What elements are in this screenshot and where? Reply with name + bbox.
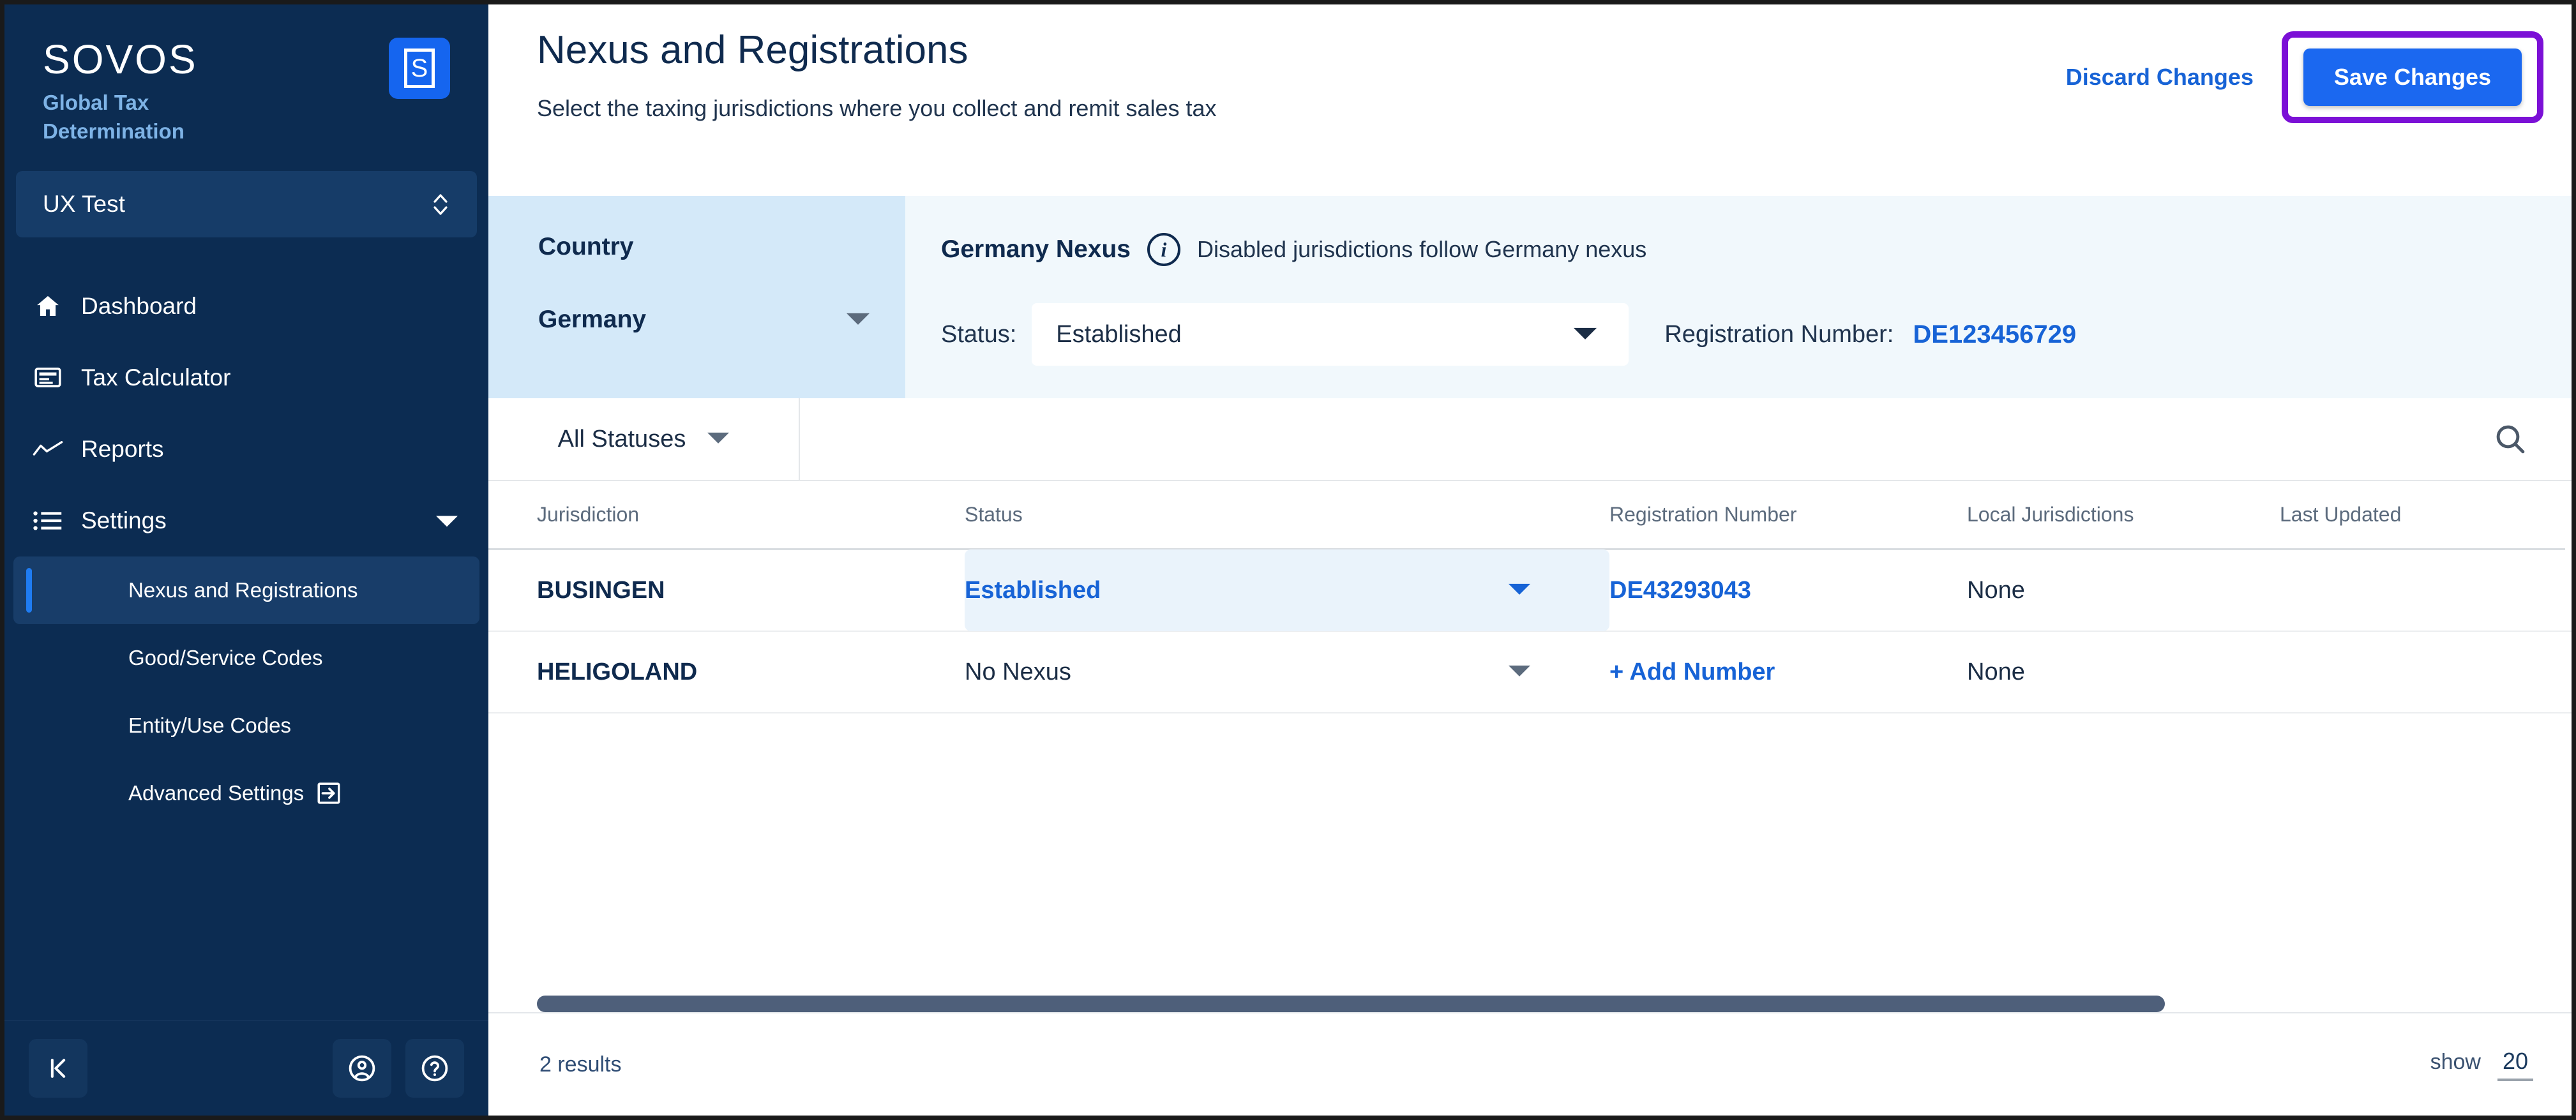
country-label: Country [538,233,634,260]
save-changes-button[interactable]: Save Changes [2303,49,2522,106]
sovos-logo-icon: S [389,38,450,99]
cell-status-value: No Nexus [965,658,1071,685]
save-button-highlight: Save Changes [2281,31,2543,123]
germany-nexus-title: Germany Nexus [941,235,1131,263]
main-content: Nexus and Registrations Select the taxin… [488,4,2572,1116]
cell-local-jurisdictions: None [1967,576,2025,604]
brand-subtitle: Global Tax Determination [43,91,185,143]
chevron-down-icon [847,311,870,329]
chevron-down-icon [436,514,458,528]
table-empty-space [488,713,2572,996]
germany-nexus-heading-row: Germany Nexus i Disabled jurisdictions f… [941,233,2572,266]
chevron-updown-icon [431,190,450,219]
brand-text: SOVOS Global Tax Determination [43,35,253,146]
chevron-down-icon [1574,326,1597,343]
cell-jurisdiction: BUSINGEN [537,576,665,604]
status-label: Status: [941,320,1017,348]
sidebar-subitem-label: Advanced Settings [128,781,305,805]
sidebar-item-label: Settings [81,507,167,534]
registration-number-value[interactable]: DE123456729 [1913,320,2076,349]
list-icon [31,509,64,532]
sidebar-item-label: Reports [81,436,164,463]
sidebar-item-settings[interactable]: Settings [4,485,488,556]
sidebar-subitem-label: Entity/Use Codes [128,713,291,738]
horizontal-scrollbar-thumb[interactable] [537,996,2165,1012]
country-panel: Country Germany [488,196,905,398]
tenant-switcher[interactable]: UX Test [16,171,477,238]
sidebar-nav: Dashboard Tax Calculator Reports Setting… [4,271,488,1020]
country-select[interactable]: Germany [538,306,870,334]
sidebar: SOVOS Global Tax Determination S UX Test [4,4,488,1116]
page-size-label: show [2430,1050,2481,1074]
results-count: 2 results [539,1052,622,1077]
sidebar-subitem-label: Good/Service Codes [128,646,323,670]
brand-name: SOVOS [43,36,198,82]
page-size-selector: show 20 [2430,1048,2533,1081]
cell-status-value: Established [965,576,1101,604]
germany-nexus-hint: Disabled jurisdictions follow Germany ne… [1196,236,1647,262]
column-header-status: Status [965,503,1023,526]
nexus-summary-strip: Country Germany Germany Nexus i Disabled… [488,196,2572,398]
sidebar-footer [4,1020,488,1116]
calculator-icon [31,363,64,392]
cell-add-number-link[interactable]: + Add Number [1609,659,1967,686]
table-header-row: Jurisdiction Status Registration Number … [488,481,2565,550]
table-footer: 2 results show 20 [488,1012,2572,1116]
table-row: HELIGOLAND No Nexus + Add Number None [488,632,2572,713]
logo-letter: S [404,49,435,88]
sidebar-item-nexus-and-registrations[interactable]: Nexus and Registrations [13,556,479,625]
country-status-value: Established [1056,320,1182,348]
brand-block: SOVOS Global Tax Determination S [4,4,488,167]
sidebar-subitem-label: Nexus and Registrations [128,578,358,602]
sidebar-item-dashboard[interactable]: Dashboard [4,271,488,342]
search-icon[interactable] [2492,421,2528,457]
chevron-down-icon [707,431,730,447]
status-filter-label: All Statuses [557,425,686,452]
sidebar-item-good-service-codes[interactable]: Good/Service Codes [4,624,488,692]
app-window: SOVOS Global Tax Determination S UX Test [4,4,2572,1116]
sidebar-item-reports[interactable]: Reports [4,414,488,485]
column-header-jurisdiction: Jurisdiction [537,503,640,526]
sidebar-footer-actions [333,1038,464,1098]
sidebar-item-tax-calculator[interactable]: Tax Calculator [4,342,488,414]
status-filter-dropdown[interactable]: All Statuses [488,398,800,480]
help-circle-icon[interactable] [405,1038,464,1098]
cell-status-select[interactable]: No Nexus [965,631,1609,713]
account-circle-icon[interactable] [333,1038,391,1098]
page-size-value[interactable]: 20 [2497,1048,2533,1081]
chevron-down-icon [1509,664,1530,680]
horizontal-scrollbar[interactable] [537,996,2572,1012]
tenant-name: UX Test [43,191,125,218]
sidebar-item-label: Dashboard [81,293,197,320]
column-header-last-updated: Last Updated [2280,503,2402,526]
page-header: Nexus and Registrations Select the taxin… [488,4,2572,196]
table-row: BUSINGEN Established DE43293043 None [488,549,2572,632]
jurisdictions-table: Jurisdiction Status Registration Number … [488,481,2572,1116]
cell-jurisdiction: HELIGOLAND [537,658,698,685]
sidebar-item-advanced-settings[interactable]: Advanced Settings [4,759,488,827]
germany-nexus-panel: Germany Nexus i Disabled jurisdictions f… [905,196,2572,398]
chevron-down-icon [1509,582,1530,599]
cell-registration-number[interactable]: DE43293043 [1609,577,1967,604]
discard-changes-button[interactable]: Discard Changes [2066,64,2254,91]
home-icon [31,292,64,320]
header-actions: Discard Changes Save Changes [2066,31,2543,123]
chart-line-icon [31,438,64,460]
filter-bar: All Statuses [488,398,2572,481]
column-header-registration-number: Registration Number [1609,503,1797,526]
info-icon[interactable]: i [1147,233,1180,266]
sidebar-item-entity-use-codes[interactable]: Entity/Use Codes [4,692,488,759]
collapse-sidebar-icon[interactable] [29,1038,87,1098]
external-link-icon [315,780,342,807]
germany-nexus-status-row: Status: Established Registration Number:… [941,303,2572,366]
country-value: Germany [538,306,647,333]
column-header-local-jurisdictions: Local Jurisdictions [1967,503,2134,526]
cell-local-jurisdictions: None [1967,658,2025,685]
country-status-select[interactable]: Established [1032,303,1629,366]
sidebar-item-label: Tax Calculator [81,364,231,391]
cell-status-select[interactable]: Established [965,549,1609,631]
registration-number-label: Registration Number: [1664,320,1894,348]
